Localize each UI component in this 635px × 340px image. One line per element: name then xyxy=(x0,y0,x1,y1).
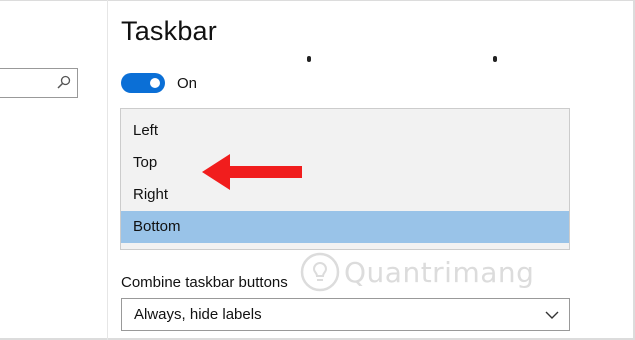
clipped-setting-text xyxy=(121,48,521,62)
search-icon xyxy=(57,75,71,89)
chevron-down-icon xyxy=(545,311,559,319)
combine-select-value: Always, hide labels xyxy=(134,306,262,323)
combine-taskbar-buttons-label: Combine taskbar buttons xyxy=(121,274,288,291)
option-right[interactable]: Right xyxy=(121,179,569,211)
nav-content-divider xyxy=(107,0,108,340)
watermark: Quantrimang xyxy=(292,246,535,298)
page-title: Taskbar xyxy=(121,16,217,46)
lightbulb-icon xyxy=(300,252,340,292)
red-arrow-icon xyxy=(202,154,302,190)
watermark-text: Quantrimang xyxy=(344,256,535,289)
combine-buttons-select[interactable]: Always, hide labels xyxy=(121,298,570,331)
frame-top-border xyxy=(0,0,635,1)
option-left[interactable]: Left xyxy=(121,115,569,147)
option-bottom[interactable]: Bottom xyxy=(121,211,569,243)
option-top[interactable]: Top xyxy=(121,147,569,179)
toggle-knob xyxy=(150,78,160,88)
toggle-state-label: On xyxy=(177,75,198,92)
toggle-switch[interactable] xyxy=(121,73,165,93)
taskbar-location-dropdown-list[interactable]: Left Top Right Bottom xyxy=(120,108,570,250)
settings-search-input[interactable] xyxy=(0,68,78,98)
